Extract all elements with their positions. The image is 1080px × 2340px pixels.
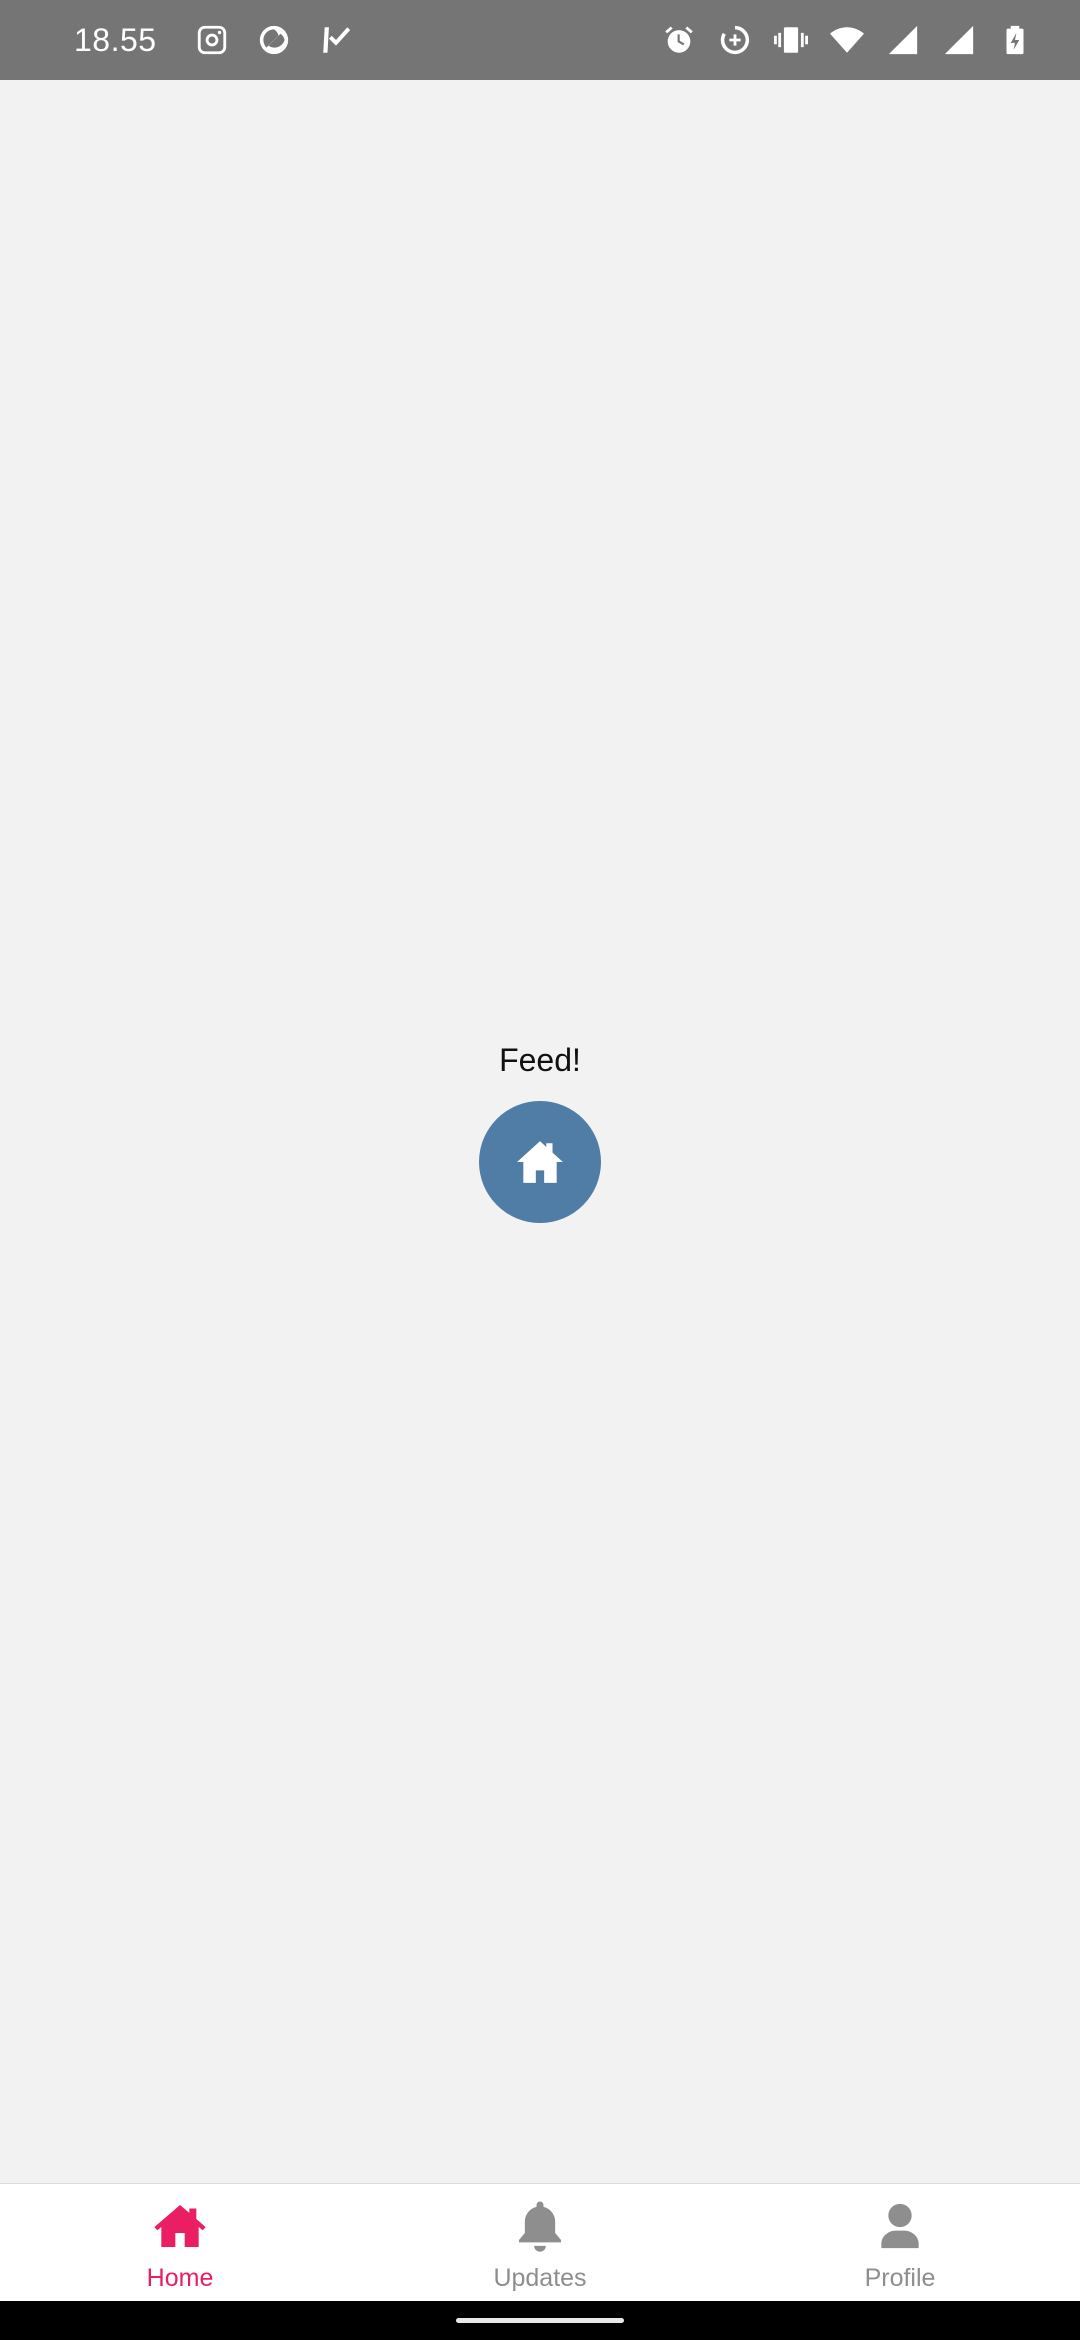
battery-charging-icon	[998, 23, 1032, 57]
bell-icon	[512, 2198, 568, 2254]
feed-title: Feed!	[499, 1042, 581, 1078]
tab-profile[interactable]: Profile	[720, 2184, 1080, 2301]
status-right	[662, 23, 1032, 57]
status-left: 18.55	[74, 22, 353, 59]
signal-icon	[942, 23, 976, 57]
tab-label: Updates	[493, 2264, 587, 2292]
home-icon	[152, 2198, 208, 2254]
data-saver-icon	[718, 23, 752, 57]
bottom-tab-bar: Home Updates Profile	[0, 2183, 1080, 2301]
vibrate-icon	[774, 23, 808, 57]
home-icon	[515, 1137, 565, 1187]
person-icon	[872, 2198, 928, 2254]
app-screen: 18.55 Feed! Home Updates Profile	[0, 0, 1080, 2340]
alarm-icon	[662, 23, 696, 57]
delivery-check-icon	[319, 23, 353, 57]
main-content: Feed!	[0, 80, 1080, 2183]
home-indicator[interactable]	[456, 2318, 624, 2323]
tab-home[interactable]: Home	[0, 2184, 360, 2301]
wifi-icon	[830, 23, 864, 57]
app-q-icon	[257, 23, 291, 57]
instagram-icon	[195, 23, 229, 57]
tab-label: Profile	[864, 2264, 936, 2292]
status-bar: 18.55	[0, 0, 1080, 80]
tab-label: Home	[146, 2264, 214, 2292]
status-time: 18.55	[74, 21, 157, 58]
system-nav-bar	[0, 2301, 1080, 2340]
signal-icon	[886, 23, 920, 57]
home-fab-button[interactable]	[479, 1101, 601, 1223]
tab-updates[interactable]: Updates	[360, 2184, 720, 2301]
